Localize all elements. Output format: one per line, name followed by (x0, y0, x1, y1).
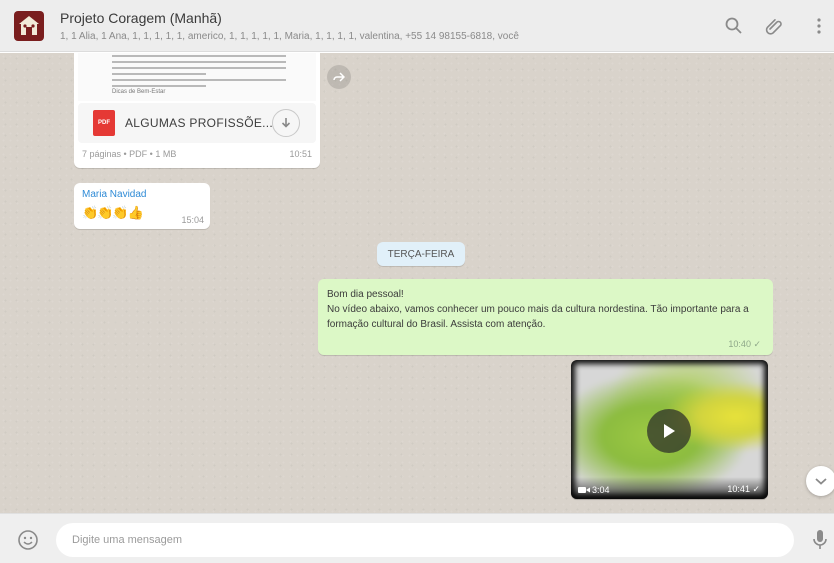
chat-title-block[interactable]: Projeto Coragem (Manhã) 1, 1 Alia, 1 Ana… (60, 10, 680, 42)
forward-button[interactable] (327, 65, 351, 89)
video-message[interactable]: 3:04 10:41 ✓ (571, 360, 768, 499)
pdf-icon: PDF (93, 110, 115, 136)
document-preview[interactable]: Dicas de Bem-Estar (78, 53, 316, 101)
chat-header: Projeto Coragem (Manhã) 1, 1 Alia, 1 Ana… (0, 0, 834, 52)
document-preview-caption: Dicas de Bem-Estar (112, 89, 166, 95)
message-line: No vídeo abaixo, vamos conhecer um pouco… (327, 304, 749, 330)
play-icon (664, 424, 675, 438)
document-file-row[interactable]: PDF ALGUMAS PROFISSÕE... (78, 103, 316, 143)
message-text: 👏👏👏👍 (82, 205, 144, 220)
chat-area[interactable]: Dicas de Bem-Estar PDF ALGUMAS PROFISSÕE… (0, 53, 834, 513)
date-divider: TERÇA-FEIRA (377, 242, 465, 266)
incoming-message[interactable]: Maria Navidad 👏👏👏👍 15:04 (74, 183, 210, 229)
document-filename: ALGUMAS PROFISSÕE... (125, 116, 274, 130)
scroll-down-button[interactable] (806, 466, 834, 496)
house-logo-icon (19, 16, 39, 35)
chevron-down-icon (815, 478, 827, 485)
download-arrow-icon (281, 118, 291, 128)
message-text: Bom dia pessoal! No vídeo abaixo, vamos … (327, 287, 767, 332)
download-button[interactable] (272, 109, 300, 137)
message-input[interactable] (56, 523, 794, 557)
menu-icon[interactable] (806, 13, 832, 39)
search-icon[interactable] (721, 13, 747, 39)
forward-arrow-icon (333, 72, 345, 82)
attach-icon[interactable] (761, 13, 787, 39)
message-time: 10:51 (289, 149, 312, 159)
video-info-bar: 3:04 10:41 ✓ (571, 477, 768, 499)
video-camera-icon (578, 487, 590, 493)
message-time: 10:41 ✓ (727, 484, 760, 494)
group-avatar[interactable] (14, 11, 44, 41)
document-message[interactable]: Dicas de Bem-Estar PDF ALGUMAS PROFISSÕE… (74, 53, 320, 168)
video-duration: 3:04 (592, 485, 610, 495)
outgoing-message[interactable]: Bom dia pessoal! No vídeo abaixo, vamos … (318, 279, 773, 355)
document-meta: 7 páginas • PDF • 1 MB (82, 149, 177, 159)
composer-bar (0, 513, 834, 563)
sender-name[interactable]: Maria Navidad (82, 189, 146, 200)
emoji-icon[interactable] (16, 528, 40, 552)
microphone-icon[interactable] (810, 528, 830, 552)
chat-title: Projeto Coragem (Manhã) (60, 10, 222, 26)
play-button[interactable] (647, 409, 691, 453)
message-line: Bom dia pessoal! (327, 289, 404, 300)
message-time: 15:04 (181, 215, 204, 225)
message-time: 10:40 ✓ (728, 339, 761, 349)
chat-members-list: 1, 1 Alia, 1 Ana, 1, 1, 1, 1, 1, americo… (60, 31, 519, 42)
